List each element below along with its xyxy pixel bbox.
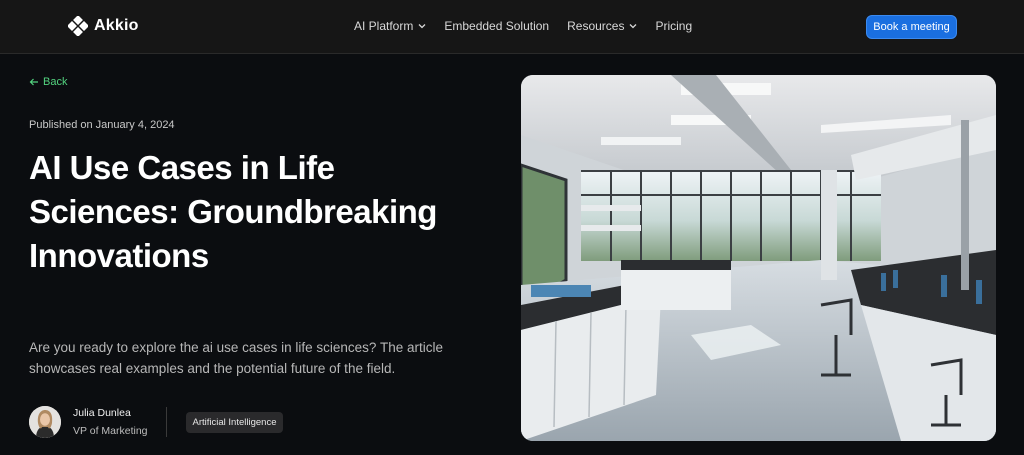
arrow-left-icon — [29, 78, 38, 86]
author-name[interactable]: Julia Dunlea — [73, 407, 148, 419]
article-title: AI Use Cases in Life Sciences: Groundbre… — [29, 149, 437, 274]
menu-item-label: Embedded Solution — [444, 19, 550, 33]
article-description: Are you ready to explore the ai use case… — [29, 340, 443, 376]
main-menu: AI Platform Embedded Solution Resources … — [354, 19, 692, 33]
menu-item-pricing[interactable]: Pricing — [655, 19, 692, 33]
menu-item-label: AI Platform — [354, 19, 414, 33]
author-avatar — [29, 406, 61, 438]
akkio-logo-icon — [68, 16, 88, 36]
menu-item-embedded-solution[interactable]: Embedded Solution — [444, 19, 549, 33]
akkio-logo[interactable]: Akkio — [68, 16, 139, 36]
book-meeting-button[interactable]: Book a meeting — [866, 15, 957, 39]
back-label: Back — [43, 76, 68, 88]
chevron-down-icon — [418, 24, 426, 29]
author-role: VP of Marketing — [73, 425, 148, 437]
published-date: Published on January 4, 2024 — [29, 119, 175, 131]
logo-text: Akkio — [94, 17, 139, 34]
menu-item-resources[interactable]: Resources — [567, 19, 637, 33]
menu-item-label: Pricing — [655, 19, 693, 33]
category-tag[interactable]: Artificial Intelligence — [185, 411, 284, 433]
menu-item-label: Resources — [567, 19, 625, 33]
author-divider — [165, 407, 167, 437]
back-link[interactable]: Back — [29, 76, 67, 88]
menu-item-ai-platform[interactable]: AI Platform — [354, 19, 426, 33]
author-block: Julia Dunlea VP of Marketing Artificial … — [29, 406, 284, 438]
hero-image-laboratory — [521, 75, 996, 441]
top-navigation: Akkio AI Platform Embedded Solution Reso… — [0, 0, 1024, 54]
author-meta: Julia Dunlea VP of Marketing — [73, 407, 148, 437]
chevron-down-icon — [630, 24, 637, 29]
